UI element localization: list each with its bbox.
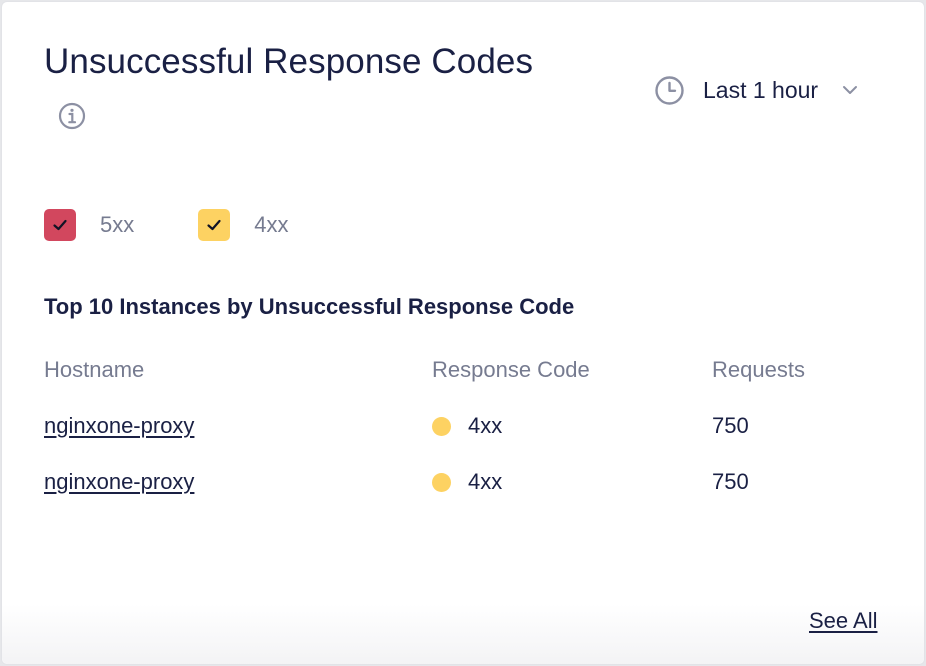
response-code-cell: 4xx bbox=[432, 469, 502, 495]
unsuccessful-response-codes-card: Unsuccessful Response Codes Last 1 hour … bbox=[1, 1, 925, 665]
checkmark-icon bbox=[207, 219, 221, 231]
response-code-value: 4xx bbox=[468, 413, 503, 438]
legend-label-5xx: 5xx bbox=[100, 212, 135, 237]
legend-item-5xx[interactable]: 5xx bbox=[44, 209, 134, 241]
status-dot bbox=[432, 472, 451, 492]
see-all-link[interactable]: See All bbox=[809, 608, 878, 634]
card-title: Unsuccessful Response Codes bbox=[44, 42, 534, 81]
status-dot bbox=[432, 416, 451, 436]
table-title: Top 10 Instances by Unsuccessful Respons… bbox=[44, 294, 575, 319]
column-header-hostname: Hostname bbox=[44, 357, 145, 382]
response-code-cell: 4xx bbox=[432, 413, 502, 439]
response-code-value: 4xx bbox=[468, 469, 503, 494]
chevron-down-icon bbox=[843, 86, 858, 94]
legend: 5xx 4xx bbox=[44, 209, 353, 241]
legend-item-4xx[interactable]: 4xx bbox=[198, 209, 289, 241]
hostname-link[interactable]: nginxone-proxy bbox=[44, 413, 194, 438]
column-header-requests: Requests bbox=[712, 357, 805, 382]
checkbox-5xx[interactable] bbox=[44, 209, 76, 241]
requests-value: 750 bbox=[712, 413, 749, 438]
hostname-link[interactable]: nginxone-proxy bbox=[44, 469, 194, 494]
table-row: nginxone-proxy bbox=[44, 413, 194, 439]
time-range-select[interactable]: Last 1 hour bbox=[654, 72, 859, 108]
time-range-label: Last 1 hour bbox=[703, 76, 819, 103]
column-header-response-code: Response Code bbox=[432, 357, 590, 382]
info-icon[interactable] bbox=[57, 101, 87, 131]
legend-label-4xx: 4xx bbox=[254, 212, 289, 237]
checkbox-4xx[interactable] bbox=[198, 209, 231, 241]
requests-value: 750 bbox=[712, 469, 749, 494]
table-row: nginxone-proxy bbox=[44, 469, 194, 495]
checkmark-icon bbox=[53, 219, 67, 231]
clock-icon bbox=[655, 75, 684, 105]
